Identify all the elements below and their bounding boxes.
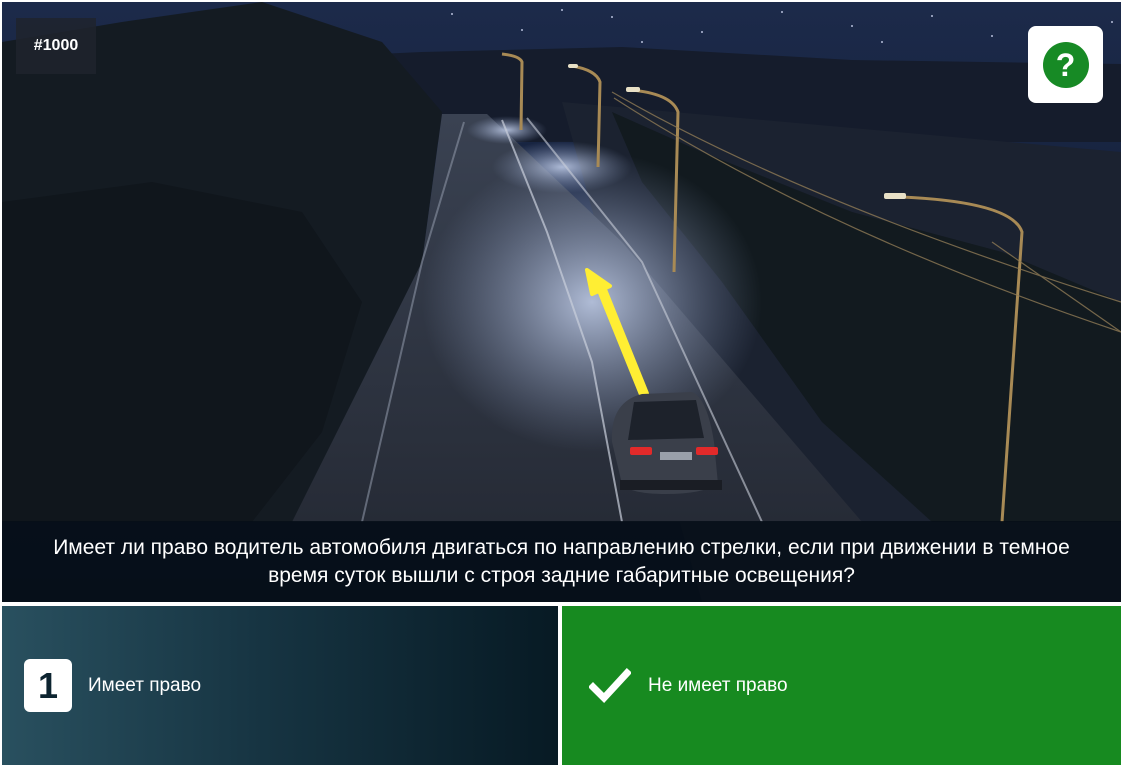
answer-number-badge: 1 [24,659,72,712]
question-text: Имеет ли право водитель автомобиля двига… [2,521,1121,602]
answer-option-2[interactable]: Не имеет право [562,606,1121,765]
question-image: #1000 ? Имеет ли право водитель автомоби… [2,2,1121,602]
help-button[interactable]: ? [1028,26,1103,103]
quiz-card: #1000 ? Имеет ли право водитель автомоби… [0,0,1123,765]
answer-option-1[interactable]: 1 Имеет право [2,606,558,765]
question-icon: ? [1042,41,1089,88]
question-number-badge: #1000 [16,18,96,74]
answer-label: Имеет право [88,674,202,696]
checkmark-icon [588,666,632,706]
question-text-content: Имеет ли право водитель автомобиля двига… [53,535,1070,587]
night-road-illustration [2,2,1121,602]
answer-label: Не имеет право [648,674,788,696]
